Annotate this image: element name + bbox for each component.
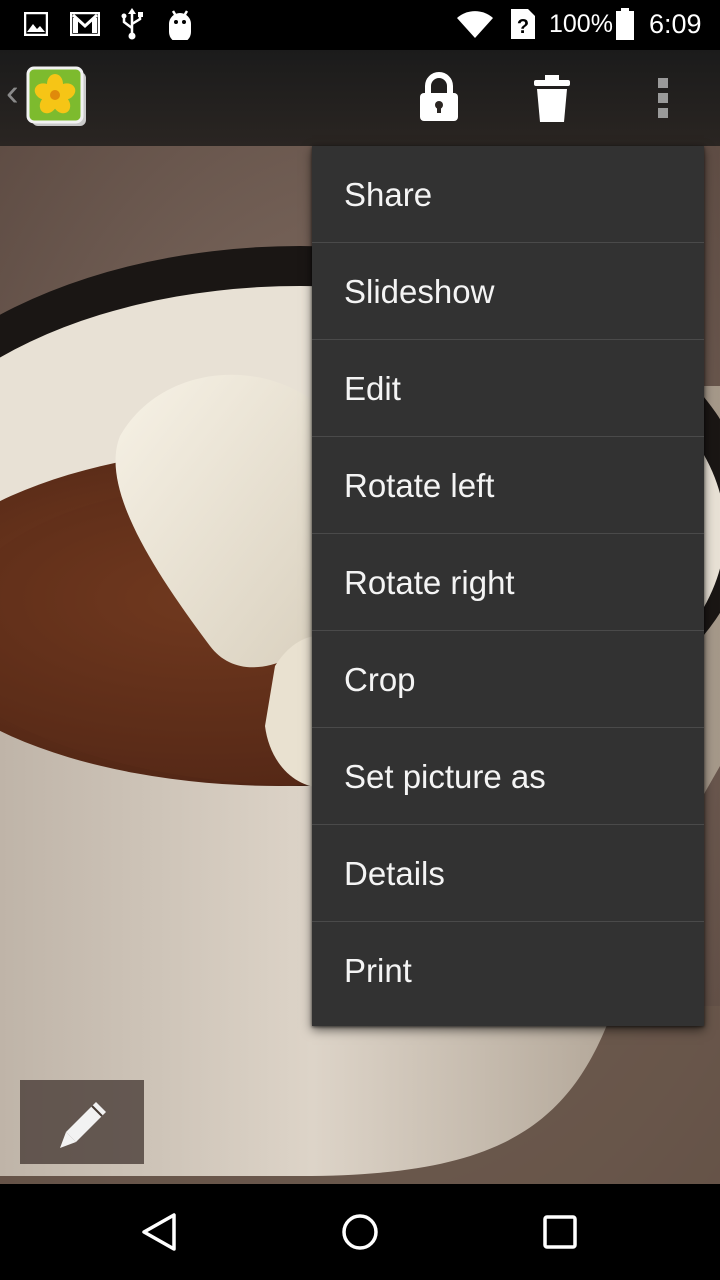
recents-square-icon[interactable]	[540, 1212, 580, 1252]
overflow-menu: Share Slideshow Edit Rotate left Rotate …	[312, 146, 704, 1026]
menu-item-rotate-left[interactable]: Rotate left	[312, 437, 704, 534]
usb-icon	[121, 8, 143, 40]
menu-item-label: Slideshow	[344, 273, 495, 310]
up-navigation-button[interactable]: ‹	[0, 50, 92, 146]
edit-photo-button[interactable]	[20, 1080, 144, 1164]
menu-item-slideshow[interactable]: Slideshow	[312, 243, 704, 340]
lock-icon[interactable]	[418, 72, 460, 122]
gallery-flower-icon	[26, 66, 86, 126]
status-time: 6:09	[649, 9, 702, 39]
battery-percent: 100%	[549, 10, 613, 38]
trash-icon[interactable]	[532, 74, 572, 124]
gmail-notification-icon	[70, 12, 100, 36]
image-notification-icon	[24, 12, 48, 36]
menu-item-label: Rotate left	[344, 467, 495, 504]
menu-item-share[interactable]: Share	[312, 146, 704, 243]
svg-text:?: ?	[517, 16, 529, 38]
overflow-menu-icon[interactable]	[656, 76, 672, 120]
android-debug-icon	[169, 10, 191, 40]
menu-item-label: Edit	[344, 370, 401, 407]
pencil-icon	[60, 1102, 106, 1148]
menu-item-label: Rotate right	[344, 564, 515, 601]
menu-item-edit[interactable]: Edit	[312, 340, 704, 437]
menu-item-set-picture-as[interactable]: Set picture as	[312, 728, 704, 825]
action-bar: ‹	[0, 50, 720, 146]
menu-item-details[interactable]: Details	[312, 825, 704, 922]
menu-item-label: Set picture as	[344, 758, 546, 795]
navigation-bar	[0, 1184, 720, 1280]
menu-item-rotate-right[interactable]: Rotate right	[312, 534, 704, 631]
menu-item-print[interactable]: Print	[312, 922, 704, 1018]
status-bar: ? 100% 6:09	[0, 0, 720, 50]
menu-item-label: Print	[344, 952, 412, 989]
home-circle-icon[interactable]	[340, 1212, 380, 1252]
battery-icon	[616, 8, 634, 40]
no-sim-icon: ?	[511, 9, 535, 39]
back-chevron-icon: ‹	[6, 72, 19, 114]
menu-item-crop[interactable]: Crop	[312, 631, 704, 728]
menu-item-label: Share	[344, 176, 433, 213]
menu-item-label: Details	[344, 855, 445, 892]
back-triangle-icon[interactable]	[140, 1212, 180, 1252]
wifi-icon	[457, 11, 493, 38]
menu-item-label: Crop	[344, 661, 416, 698]
